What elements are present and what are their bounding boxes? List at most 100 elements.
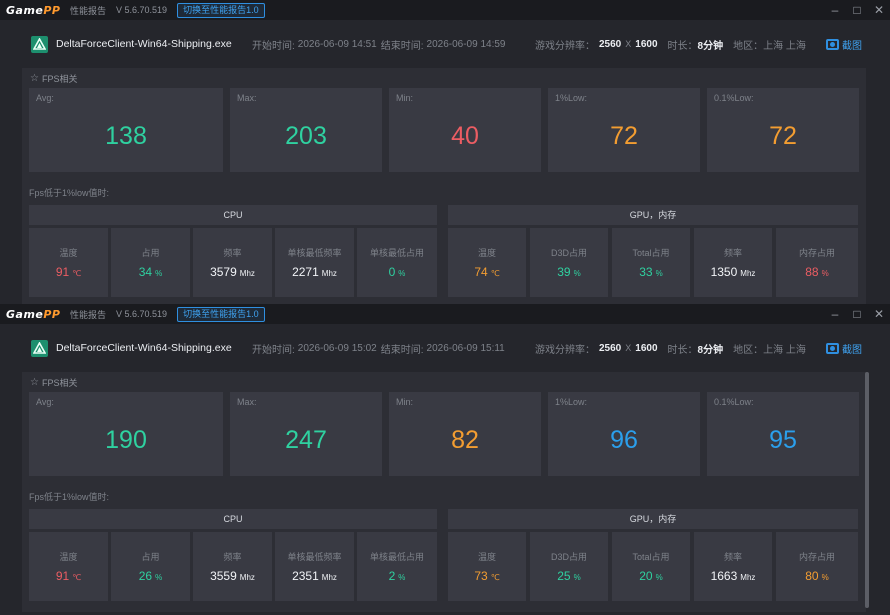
resolution-height: 1600 xyxy=(635,342,658,354)
fps-01pct-low-card: 0.1%Low: 72 xyxy=(707,88,859,172)
stat-value: 20% xyxy=(639,569,663,583)
fps-panel: ☆ FPS相关 Avg: 190 Max: 247 Min: 82 1%Low:… xyxy=(22,372,866,612)
title-bar: GamePP 性能报告 V 5.6.70.519 切换至性能报告1.0 – □ … xyxy=(0,304,890,324)
perf-report-window: GamePP 性能报告 V 5.6.70.519 切换至性能报告1.0 – □ … xyxy=(0,0,890,304)
duration-label: 时长： xyxy=(667,40,698,52)
stat-label: 占用 xyxy=(141,552,160,562)
stat-label: D3D占用 xyxy=(550,248,587,258)
stat-value: 3559 Mhz xyxy=(210,569,255,583)
fps-card-label: Min: xyxy=(396,93,414,103)
gpu-freq-card: 频率 1350 Mhz xyxy=(694,228,772,297)
star-icon: ☆ xyxy=(30,376,39,388)
stat-value: 91 ℃ xyxy=(55,265,82,279)
switch-report-version-button[interactable]: 切换至性能报告1.0 xyxy=(177,306,265,322)
fps-avg-card: Avg: 190 xyxy=(29,392,223,476)
close-icon[interactable]: ✕ xyxy=(868,304,890,324)
stat-value: 80% xyxy=(805,569,829,583)
end-time-label: 结束时间: xyxy=(380,40,424,52)
stat-value: 25% xyxy=(557,569,581,583)
gpu-temp-card: 温度 74 ℃ xyxy=(448,228,526,297)
game-meta: 游戏分辨率： 2560 X 1600 时长： 8分钟 地区： 上海 上海 xyxy=(535,324,806,372)
minimize-icon[interactable]: – xyxy=(824,304,846,324)
stat-value: 1350 Mhz xyxy=(710,265,756,279)
stat-value: 73 ℃ xyxy=(474,569,500,583)
end-time-value: 2026-06-09 15:11 xyxy=(426,342,505,354)
stat-label: 内存占用 xyxy=(798,552,835,562)
fps-avg-card: Avg: 138 xyxy=(29,88,223,172)
memory-usage-card: 内存占用 80% xyxy=(776,532,858,601)
fps-card-label: 0.1%Low: xyxy=(714,397,754,407)
stat-label: Total占用 xyxy=(632,248,670,258)
fps-card-label: 1%Low: xyxy=(555,397,588,407)
resolution-width: 2560 xyxy=(599,342,622,354)
screenshot-button[interactable]: 截图 xyxy=(826,324,862,372)
stat-label: 内存占用 xyxy=(798,248,835,258)
close-icon[interactable]: ✕ xyxy=(868,0,890,20)
gpu-group-header: GPU，内存 xyxy=(448,509,858,529)
vertical-scrollbar[interactable] xyxy=(865,372,869,608)
stat-label: Total占用 xyxy=(632,552,670,562)
stat-label: 温度 xyxy=(477,552,496,562)
stat-label: 频率 xyxy=(223,248,242,258)
stat-value: 39% xyxy=(557,265,581,279)
maximize-icon[interactable]: □ xyxy=(846,0,868,20)
camera-icon xyxy=(826,38,839,50)
switch-report-version-button[interactable]: 切换至性能报告1.0 xyxy=(177,2,265,18)
start-time-value: 2026-06-09 14:51 xyxy=(297,38,377,50)
stat-value: 34% xyxy=(138,265,163,279)
duration-value: 8分钟 xyxy=(697,344,724,356)
maximize-icon[interactable]: □ xyxy=(846,304,868,324)
app-process-name: DeltaForceClient-Win64-Shipping.exe xyxy=(56,38,232,50)
stat-value: 88% xyxy=(805,265,829,279)
screenshot-button[interactable]: 截图 xyxy=(826,20,862,68)
resolution-width: 2560 xyxy=(599,38,622,50)
game-app-icon xyxy=(31,339,48,357)
title-bar: GamePP 性能报告 V 5.6.70.519 切换至性能报告1.0 – □ … xyxy=(0,0,890,20)
stat-value: 1663 Mhz xyxy=(710,569,756,583)
fps-max-value: 203 xyxy=(285,122,327,150)
cpu-temp-card: 温度 91 ℃ xyxy=(29,532,108,601)
gpu-total-usage-card: Total占用 33% xyxy=(612,228,690,297)
stat-value: 3579 Mhz xyxy=(210,265,255,279)
window-title: 性能报告 xyxy=(70,309,107,320)
gpu-d3d-usage-card: D3D占用 25% xyxy=(530,532,608,601)
version-label: V 5.6.70.519 xyxy=(116,5,168,15)
fps-card-label: 0.1%Low: xyxy=(714,93,754,103)
fps-1pct-low-card: 1%Low: 72 xyxy=(548,88,700,172)
fps-card-label: Avg: xyxy=(36,93,54,103)
window-controls: – □ ✕ xyxy=(824,304,890,324)
fps-section-title: FPS相关 xyxy=(41,73,78,84)
gamepp-logo: GamePP xyxy=(6,307,61,321)
app-process-name: DeltaForceClient-Win64-Shipping.exe xyxy=(56,342,232,354)
window-title: 性能报告 xyxy=(70,5,107,16)
perf-report-window: GamePP 性能报告 V 5.6.70.519 切换至性能报告1.0 – □ … xyxy=(0,304,890,615)
fps-max-card: Max: 203 xyxy=(230,88,382,172)
screenshot-label: 截图 xyxy=(842,40,862,52)
session-info-bar: DeltaForceClient-Win64-Shipping.exe 开始时间… xyxy=(0,324,890,372)
resolution-label: 游戏分辨率： xyxy=(535,40,595,52)
stat-label: 温度 xyxy=(59,552,78,562)
start-time-label: 开始时间: xyxy=(252,40,295,52)
cpu-min-core-freq-card: 单核最低频率 2351 Mhz xyxy=(275,532,354,601)
fps-01pct-low-value: 95 xyxy=(769,426,797,454)
minimize-icon[interactable]: – xyxy=(824,0,846,20)
stat-value: 2% xyxy=(388,569,406,583)
cpu-min-core-usage-card: 单核最低占用 0% xyxy=(357,228,437,297)
version-label: V 5.6.70.519 xyxy=(116,309,168,319)
stat-value: 33% xyxy=(639,265,663,279)
stat-label: 单核最低占用 xyxy=(369,552,424,562)
stat-label: 单核最低频率 xyxy=(287,552,342,562)
gpu-freq-card: 频率 1663 Mhz xyxy=(694,532,772,601)
cpu-freq-card: 频率 3579 Mhz xyxy=(193,228,272,297)
fps-section-title: FPS相关 xyxy=(41,377,78,388)
fps-card-label: Max: xyxy=(237,93,257,103)
screenshot-label: 截图 xyxy=(842,344,862,356)
stat-value: 74 ℃ xyxy=(474,265,500,279)
stat-label: D3D占用 xyxy=(550,552,587,562)
fps-min-card: Min: 40 xyxy=(389,88,541,172)
duration-value: 8分钟 xyxy=(697,40,724,52)
memory-usage-card: 内存占用 88% xyxy=(776,228,858,297)
stat-label: 温度 xyxy=(477,248,496,258)
start-time-label: 开始时间: xyxy=(252,344,295,356)
stat-value: 26% xyxy=(138,569,163,583)
